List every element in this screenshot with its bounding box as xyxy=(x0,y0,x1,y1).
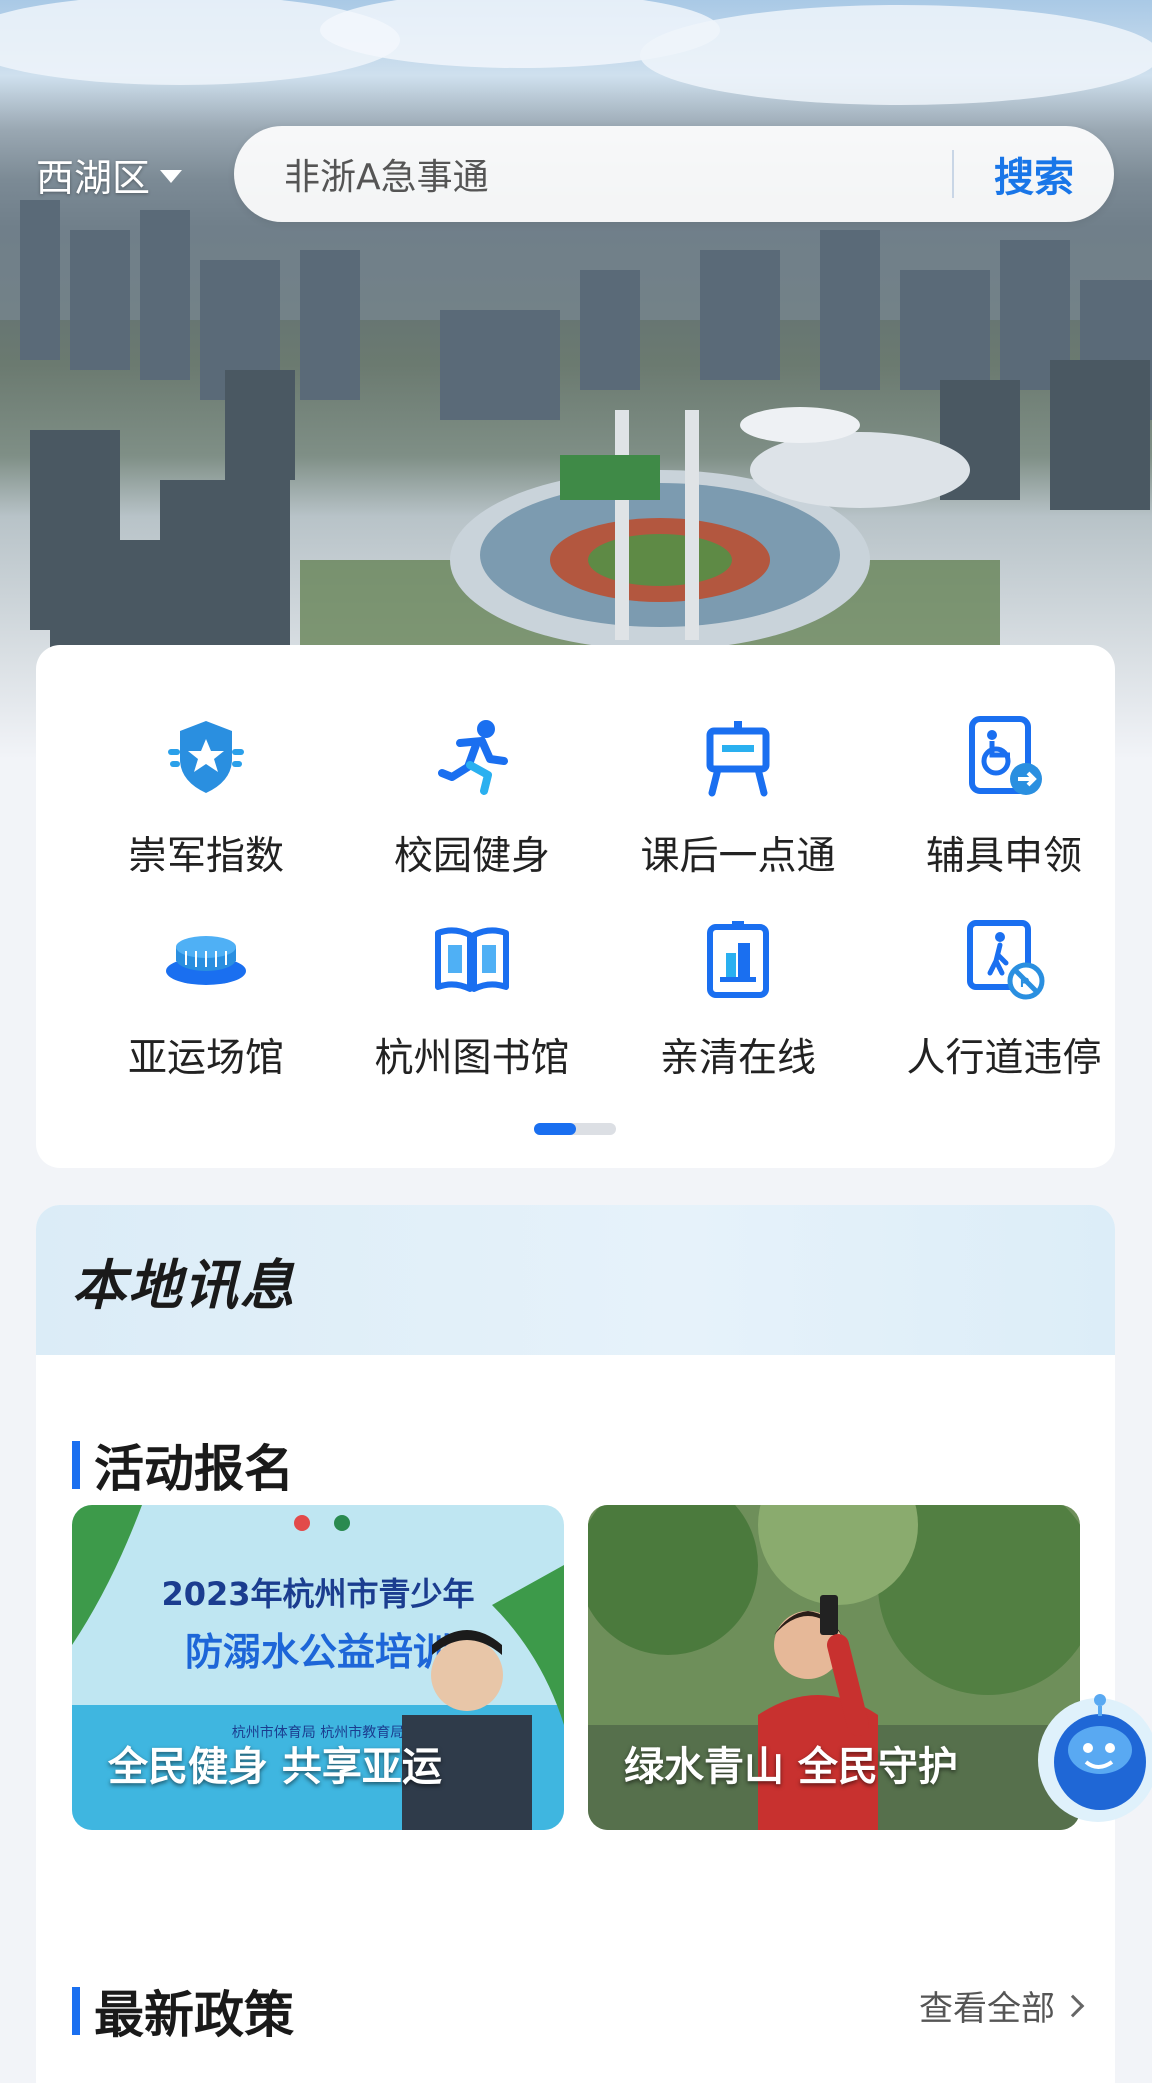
service-item-asian-games-venue[interactable]: 亚运场馆 xyxy=(76,917,336,1107)
service-label: 人行道违停 xyxy=(906,1036,1102,1081)
stadium-icon xyxy=(166,936,246,985)
search-button[interactable]: 搜索 xyxy=(954,145,1114,203)
service-label: 崇军指数 xyxy=(127,834,284,879)
service-item-assistive-device[interactable]: 辅具申领 xyxy=(874,715,1134,905)
service-label: 杭州图书馆 xyxy=(374,1036,570,1081)
svg-text:防溺水公益培训: 防溺水公益培训 xyxy=(185,1630,451,1674)
local-news-title: 本地讯息 xyxy=(72,1253,296,1317)
service-label: 校园健身 xyxy=(393,834,550,879)
section-accent-bar xyxy=(72,1987,80,2035)
service-label: 亲清在线 xyxy=(659,1036,816,1081)
page-indicator-active xyxy=(534,1123,576,1135)
section-title-text: 最新政策 xyxy=(94,1986,294,2044)
military-badge-icon xyxy=(168,721,244,793)
chevron-down-icon xyxy=(160,169,183,183)
activity-card-fitness[interactable]: 2023年杭州市青少年 防溺水公益培训 杭州市体育局 杭州市教育局 全民健身 共… xyxy=(72,1505,564,1830)
service-item-hangzhou-library[interactable]: 杭州图书馆 xyxy=(342,917,602,1107)
region-label: 西湖区 xyxy=(36,155,151,200)
open-book-icon xyxy=(435,927,509,992)
view-all-link[interactable]: 查看全部 xyxy=(919,1981,1085,2030)
service-item-after-school[interactable]: 课后一点通 xyxy=(608,715,868,905)
building-document-icon xyxy=(707,921,769,998)
activity-section-title: 活动报名 xyxy=(72,1429,294,1501)
local-news-card: 本地讯息 活动报名 2023年杭州市青少年 防溺水公益培训 杭州市体育局 杭州市… xyxy=(36,1205,1115,2083)
search-bar[interactable]: 非浙A急事通 搜索 xyxy=(234,126,1114,222)
wheelchair-document-icon xyxy=(969,716,1042,795)
service-grid: 崇军指数 校园健身 课后一点通 辅具申领 亚运场馆 杭州图书馆 亲清在线 P 人… xyxy=(36,645,1115,1168)
service-item-campus-fitness[interactable]: 校园健身 xyxy=(342,715,602,905)
view-all-label: 查看全部 xyxy=(919,1989,1055,2029)
service-item-sidewalk-parking[interactable]: P 人行道违停 xyxy=(874,917,1134,1107)
service-label: 辅具申领 xyxy=(925,834,1082,879)
svg-text:2023年杭州市青少年: 2023年杭州市青少年 xyxy=(161,1575,474,1613)
pedestrian-no-parking-icon: P xyxy=(967,920,1045,1000)
service-item-qinqing-online[interactable]: 亲清在线 xyxy=(608,917,868,1107)
policy-section-title: 最新政策 xyxy=(72,1975,294,2047)
chevron-right-icon xyxy=(1061,1994,1085,2017)
page-indicator xyxy=(534,1123,616,1135)
service-label: 亚运场馆 xyxy=(127,1036,284,1081)
running-person-icon xyxy=(438,720,508,795)
assistant-robot-icon[interactable] xyxy=(1028,1690,1152,1830)
activity-caption: 绿水青山 全民守护 xyxy=(624,1744,958,1790)
svg-text:P: P xyxy=(1020,974,1029,990)
service-item-chongjun[interactable]: 崇军指数 xyxy=(76,715,336,905)
easel-board-icon xyxy=(706,721,770,797)
service-label: 课后一点通 xyxy=(640,834,836,879)
section-title-text: 活动报名 xyxy=(94,1440,294,1498)
section-accent-bar xyxy=(72,1441,80,1489)
activity-card-environment[interactable]: 绿水青山 全民守护 xyxy=(588,1505,1080,1830)
activity-caption: 全民健身 共享亚运 xyxy=(108,1744,442,1790)
search-input[interactable]: 非浙A急事通 xyxy=(234,148,952,200)
region-selector[interactable]: 西湖区 xyxy=(36,148,183,200)
local-news-header: 本地讯息 xyxy=(36,1205,1115,1355)
